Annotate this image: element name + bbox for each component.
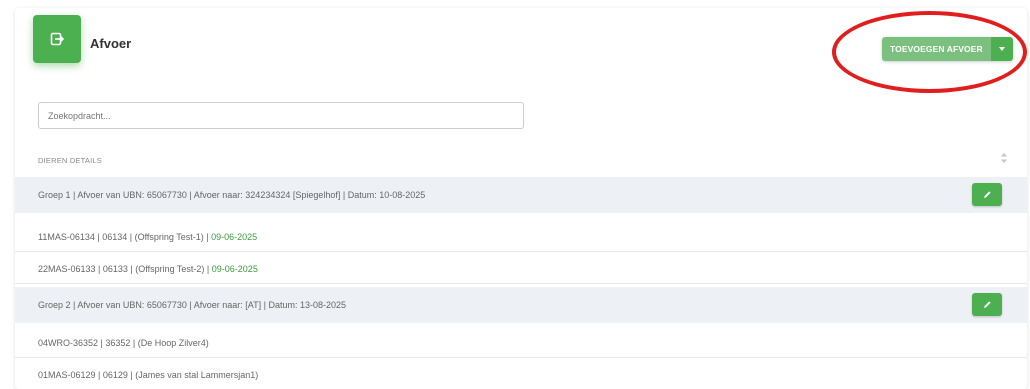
edit-group-button[interactable] (972, 183, 1002, 206)
sort-icon[interactable] (1000, 152, 1010, 168)
table-row: 04WRO-36352 | 36352 | (De Hoop Zilver4) (15, 329, 1027, 358)
pencil-icon (983, 301, 991, 308)
group-row: Groep 2 | Afvoer van UBN: 65067730 | Afv… (15, 287, 1027, 323)
table-row: 01MAS-06129 | 06129 | (James van stal La… (15, 361, 1027, 389)
annotation-circle (832, 11, 1027, 93)
exit-icon (33, 15, 81, 63)
group-row-text: Groep 1 | Afvoer van UBN: 65067730 | Afv… (38, 190, 426, 200)
table-row: 22MAS-06133 | 06133 | (Offspring Test-2)… (15, 255, 1027, 284)
search-input[interactable] (38, 102, 524, 129)
group-row-text: Groep 2 | Afvoer van UBN: 65067730 | Afv… (38, 300, 347, 310)
edit-group-button[interactable] (972, 293, 1002, 316)
page-title: Afvoer (90, 36, 132, 51)
table-row: 11MAS-06134 | 06134 | (Offspring Test-1)… (15, 223, 1027, 252)
column-header-dieren-details[interactable]: DIEREN DETAILS (38, 156, 102, 165)
group-row: Groep 1 | Afvoer van UBN: 65067730 | Afv… (15, 177, 1027, 213)
animal-details: 04WRO-36352 | 36352 | (De Hoop Zilver4) (38, 338, 209, 348)
animal-details: 01MAS-06129 | 06129 | (James van stal La… (38, 370, 259, 380)
pencil-icon (983, 191, 991, 198)
animal-date: 09-06-2025 (211, 232, 258, 242)
animal-details: 11MAS-06134 | 06134 | (Offspring Test-1)… (38, 232, 212, 242)
animal-details: 22MAS-06133 | 06133 | (Offspring Test-2)… (38, 264, 212, 274)
animal-date: 09-06-2025 (211, 264, 258, 274)
